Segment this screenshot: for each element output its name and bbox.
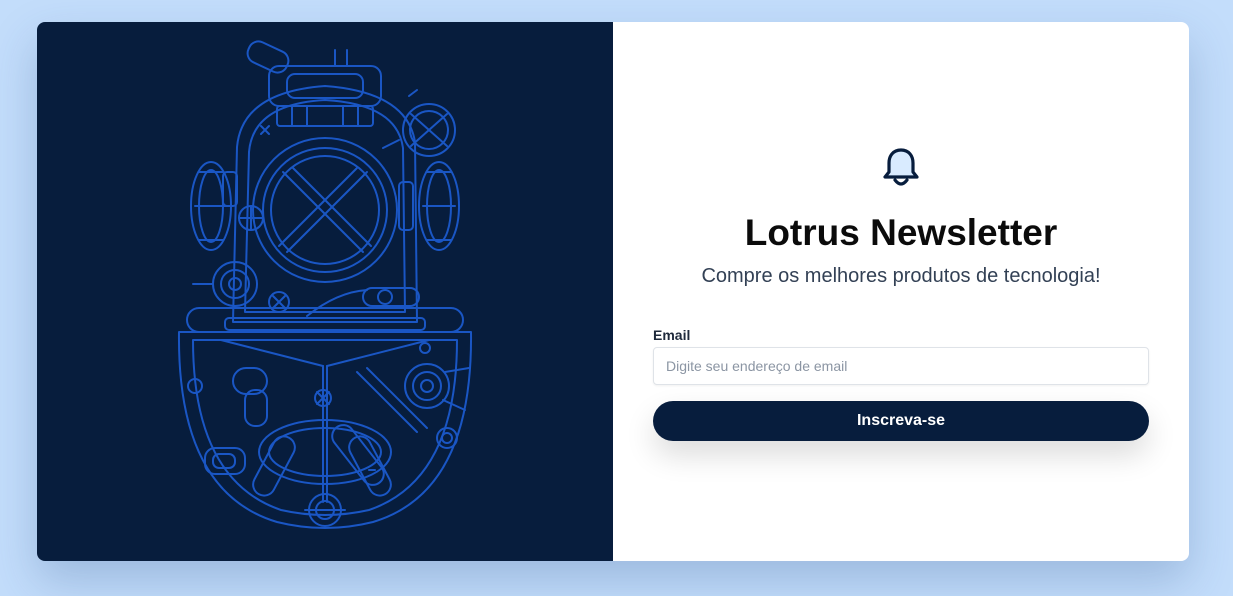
email-label: Email <box>653 327 691 343</box>
diving-helmet-icon <box>177 40 473 529</box>
illustration-panel <box>37 22 613 561</box>
newsletter-card: Lotrus Newsletter Compre os melhores pro… <box>37 22 1189 561</box>
subscribe-button[interactable]: Inscreva-se <box>653 401 1149 441</box>
newsletter-subtitle: Compre os melhores produtos de tecnologi… <box>701 265 1101 287</box>
newsletter-title: Lotrus Newsletter <box>744 212 1058 253</box>
newsletter-form-panel: Lotrus Newsletter Compre os melhores pro… <box>613 22 1189 561</box>
bell-icon <box>883 148 919 186</box>
email-input[interactable] <box>653 347 1149 385</box>
